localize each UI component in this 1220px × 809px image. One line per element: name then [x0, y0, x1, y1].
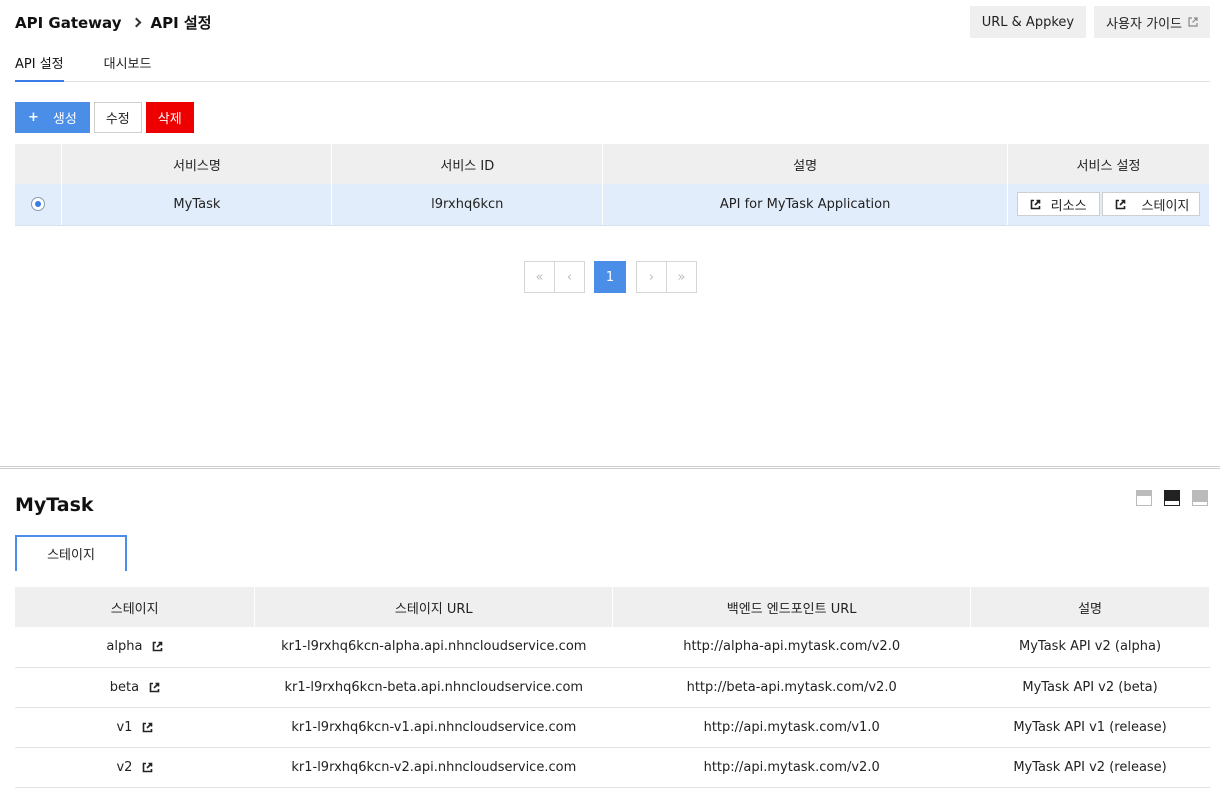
- service-id-cell: l9rxhq6kcn: [331, 184, 604, 226]
- stage-name-cell: beta: [15, 667, 255, 708]
- stage-label: 스테이지: [1141, 198, 1190, 214]
- column-header: 서비스 설정: [1007, 144, 1210, 184]
- stage-table: 스테이지 스테이지 URL 백엔드 엔드포인트 URL 설명 alpha kr1…: [15, 587, 1210, 788]
- chevron-right-icon: [132, 17, 142, 28]
- stage-name-cell: alpha: [15, 627, 255, 668]
- stage-description-cell: MyTask API v1 (release): [970, 707, 1210, 748]
- table-header-row: 스테이지 스테이지 URL 백엔드 엔드포인트 URL 설명: [15, 587, 1210, 627]
- stage-description-cell: MyTask API v2 (release): [970, 747, 1210, 788]
- last-page-button[interactable]: »: [666, 261, 697, 293]
- service-table: 서비스명 서비스 ID 설명 서비스 설정 MyTask l9rxhq6kcn …: [15, 144, 1210, 226]
- stage-link[interactable]: v1: [116, 720, 153, 735]
- user-guide-label: 사용자 가이드: [1106, 16, 1182, 32]
- main-tabs: API 설정 대시보드: [15, 50, 1210, 82]
- stage-description-cell: MyTask API v2 (alpha): [970, 627, 1210, 668]
- table-row: v2 kr1-l9rxhq6kcn-v2.api.nhncloudservice…: [15, 747, 1210, 788]
- layout-toggle-group: [1136, 490, 1208, 506]
- table-row[interactable]: MyTask l9rxhq6kcn API for MyTask Applica…: [15, 184, 1210, 226]
- select-column-header: [15, 144, 63, 184]
- page-number-button[interactable]: 1: [594, 261, 626, 293]
- url-appkey-label: URL & Appkey: [981, 14, 1075, 30]
- external-link-icon: [143, 762, 153, 772]
- stage-link[interactable]: v2: [116, 760, 153, 775]
- prev-page-button[interactable]: ‹: [554, 261, 585, 293]
- column-header[interactable]: 서비스명: [61, 144, 333, 184]
- toolbar: + 생성 수정 삭제: [15, 102, 194, 133]
- table-row: v1 kr1-l9rxhq6kcn-v1.api.nhncloudservice…: [15, 707, 1210, 748]
- backend-url-cell: http://alpha-api.mytask.com/v2.0: [612, 627, 971, 668]
- table-row: beta kr1-l9rxhq6kcn-beta.api.nhncloudser…: [15, 667, 1210, 708]
- user-guide-button[interactable]: 사용자 가이드: [1094, 6, 1210, 38]
- backend-url-cell: http://beta-api.mytask.com/v2.0: [612, 667, 971, 708]
- table-row: alpha kr1-l9rxhq6kcn-alpha.api.nhnclouds…: [15, 627, 1210, 668]
- external-link-icon: [1188, 17, 1198, 27]
- layout-bottom-icon[interactable]: [1192, 490, 1208, 506]
- stage-description-cell: MyTask API v2 (beta): [970, 667, 1210, 708]
- column-header[interactable]: 서비스 ID: [331, 144, 604, 184]
- external-link-icon: [149, 682, 160, 692]
- breadcrumb-current: API 설정: [150, 14, 212, 32]
- breadcrumb: API Gateway API 설정: [15, 12, 212, 33]
- stage-name: v2: [116, 759, 133, 775]
- external-link-icon: [1030, 199, 1040, 210]
- detail-title: MyTask: [15, 494, 94, 516]
- stage-name-cell: v1: [15, 707, 255, 748]
- stage-name: beta: [109, 679, 140, 695]
- backend-url-cell: http://api.mytask.com/v1.0: [612, 707, 971, 748]
- first-page-button[interactable]: «: [524, 261, 555, 293]
- external-link-icon: [143, 722, 153, 732]
- layout-split-icon[interactable]: [1164, 490, 1180, 506]
- next-page-button[interactable]: ›: [636, 261, 667, 293]
- pagination: « ‹ 1 › »: [524, 261, 697, 293]
- stage-url-cell: kr1-l9rxhq6kcn-v2.api.nhncloudservice.co…: [254, 747, 613, 788]
- stage-link[interactable]: alpha: [106, 639, 163, 654]
- stage-link[interactable]: beta: [110, 680, 160, 695]
- column-header: 백엔드 엔드포인트 URL: [612, 587, 972, 627]
- stage-name: v1: [116, 719, 133, 735]
- stage-name-cell: v2: [15, 747, 255, 788]
- column-header: 설명: [970, 587, 1210, 627]
- resource-label: 리소스: [1050, 198, 1087, 214]
- stage-button[interactable]: 스테이지: [1101, 192, 1201, 217]
- tab-dashboard[interactable]: 대시보드: [104, 50, 152, 82]
- row-select-cell[interactable]: [15, 184, 63, 226]
- edit-button[interactable]: 수정: [93, 102, 142, 133]
- external-link-icon: [153, 641, 163, 652]
- stage-name: alpha: [106, 639, 143, 655]
- column-header[interactable]: 설명: [602, 144, 1009, 184]
- service-settings-cell: 리소스 스테이지: [1007, 184, 1210, 226]
- table-header-row: 서비스명 서비스 ID 설명 서비스 설정: [15, 144, 1210, 184]
- backend-url-cell: http://api.mytask.com/v2.0: [612, 747, 971, 788]
- create-label: 생성: [52, 112, 77, 127]
- delete-button[interactable]: 삭제: [145, 102, 194, 133]
- plus-icon: +: [28, 110, 39, 125]
- panel-splitter[interactable]: [0, 466, 1220, 469]
- stage-url-cell: kr1-l9rxhq6kcn-beta.api.nhncloudservice.…: [254, 667, 613, 708]
- header-actions: URL & Appkey 사용자 가이드: [969, 6, 1210, 38]
- stage-url-cell: kr1-l9rxhq6kcn-v1.api.nhncloudservice.co…: [254, 707, 613, 748]
- layout-top-icon[interactable]: [1136, 490, 1152, 506]
- external-link-icon: [1115, 199, 1125, 210]
- create-button[interactable]: + 생성: [15, 102, 90, 133]
- service-description-cell: API for MyTask Application: [602, 184, 1009, 226]
- service-name-cell: MyTask: [61, 184, 333, 226]
- stage-url-cell: kr1-l9rxhq6kcn-alpha.api.nhncloudservice…: [254, 627, 613, 668]
- column-header: 스테이지: [15, 587, 256, 627]
- breadcrumb-root[interactable]: API Gateway: [15, 14, 121, 32]
- url-appkey-button[interactable]: URL & Appkey: [969, 6, 1087, 38]
- tab-api-settings[interactable]: API 설정: [15, 50, 64, 82]
- resource-button[interactable]: 리소스: [1016, 192, 1100, 217]
- tab-stage[interactable]: 스테이지: [15, 535, 127, 571]
- row-radio[interactable]: [31, 197, 46, 212]
- column-header: 스테이지 URL: [254, 587, 614, 627]
